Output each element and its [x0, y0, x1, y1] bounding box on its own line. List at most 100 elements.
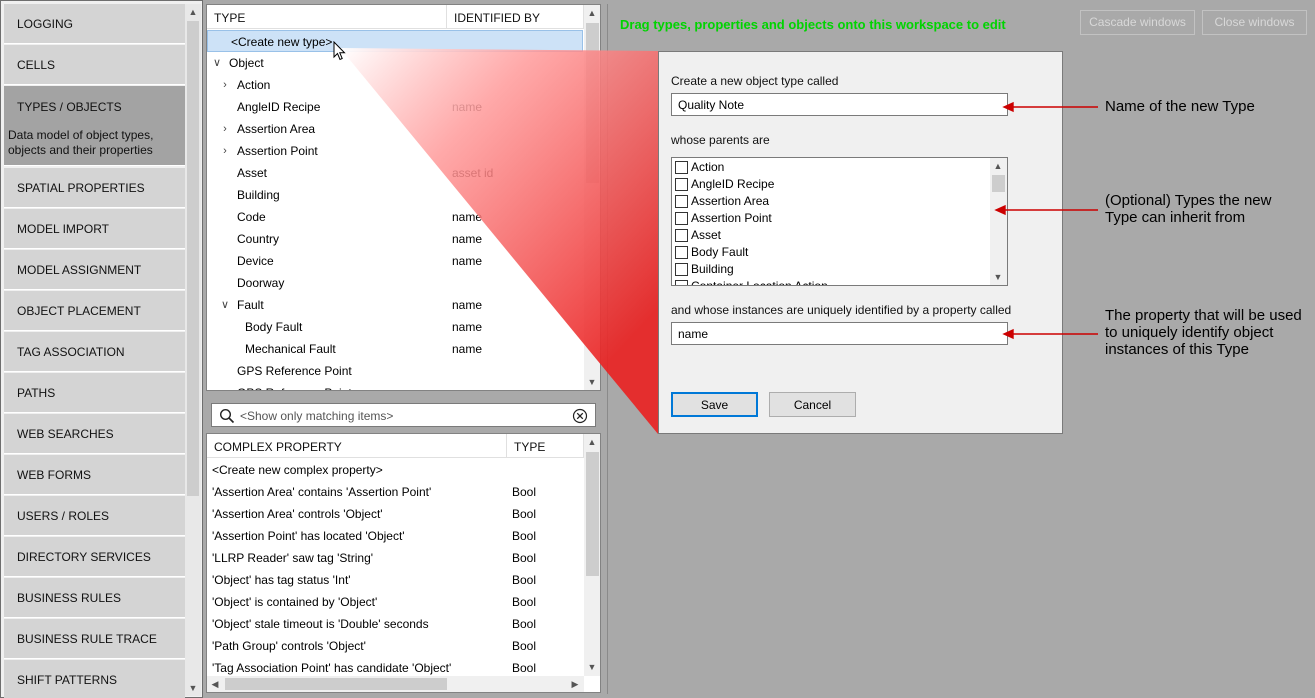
parent-checkbox[interactable]: [675, 246, 688, 259]
scroll-down-arrow-icon[interactable]: ▼: [584, 659, 600, 675]
nav-item-types-objects[interactable]: TYPES / OBJECTS Data model of object type…: [4, 86, 185, 166]
parent-option[interactable]: Action: [675, 159, 985, 176]
expand-closed-chevron-icon[interactable]: ›: [219, 74, 231, 96]
nav-item-business-rules[interactable]: BUSINESS RULES: [4, 578, 185, 618]
cancel-button[interactable]: Cancel: [769, 392, 856, 417]
parent-option[interactable]: AngleID Recipe: [675, 176, 985, 193]
type-row[interactable]: ∨ Object: [207, 52, 583, 74]
type-row[interactable]: Mechanical Fault name: [207, 338, 583, 360]
type-row[interactable]: › Assertion Point: [207, 140, 583, 162]
nav-item-cells[interactable]: CELLS: [4, 45, 185, 85]
parent-checkbox[interactable]: [675, 229, 688, 242]
clear-search-icon[interactable]: [572, 408, 588, 424]
nav-item-object-placement[interactable]: OBJECT PLACEMENT: [4, 291, 185, 331]
nav-item-users-roles[interactable]: USERS / ROLES: [4, 496, 185, 536]
scroll-up-arrow-icon[interactable]: ▲: [990, 158, 1006, 174]
expand-closed-chevron-icon[interactable]: ›: [219, 118, 231, 140]
nav-item-model-import[interactable]: MODEL IMPORT: [4, 209, 185, 249]
property-row[interactable]: 'Assertion Area' contains 'Assertion Poi…: [207, 481, 583, 503]
types-scrollbar[interactable]: ▲ ▼: [584, 5, 600, 390]
type-row[interactable]: Doorway: [207, 272, 583, 294]
parent-checkbox[interactable]: [675, 263, 688, 276]
type-row[interactable]: Building: [207, 184, 583, 206]
scroll-up-arrow-icon[interactable]: ▲: [584, 5, 600, 21]
scroll-left-arrow-icon[interactable]: ◀: [207, 676, 223, 692]
nav-item-tag-association[interactable]: TAG ASSOCIATION: [4, 332, 185, 372]
save-button[interactable]: Save: [671, 392, 758, 417]
property-row[interactable]: 'Assertion Point' has located 'Object' Bo…: [207, 525, 583, 547]
parents-scrollbar[interactable]: ▲ ▼: [990, 158, 1007, 285]
scroll-down-arrow-icon[interactable]: ▼: [584, 374, 600, 390]
parent-option[interactable]: Container Location Action: [675, 278, 985, 285]
parent-checkbox[interactable]: [675, 212, 688, 225]
type-row[interactable]: GPS Reference Point: [207, 360, 583, 382]
scroll-up-arrow-icon[interactable]: ▲: [584, 434, 600, 450]
complex-property-column-header[interactable]: COMPLEX PROPERTY: [207, 434, 507, 458]
type-row[interactable]: Code name: [207, 206, 583, 228]
parent-checkbox[interactable]: [675, 195, 688, 208]
property-hscroll-thumb[interactable]: [225, 678, 447, 690]
types-scroll-thumb[interactable]: [586, 23, 599, 183]
nav-scroll-thumb[interactable]: [187, 21, 199, 496]
scroll-up-arrow-icon[interactable]: ▲: [185, 4, 201, 20]
parent-checkbox[interactable]: [675, 161, 688, 174]
property-row[interactable]: 'Object' is contained by 'Object' Bool: [207, 591, 583, 613]
nav-scrollbar[interactable]: ▲ ▼: [185, 4, 201, 696]
type-row[interactable]: Asset asset id: [207, 162, 583, 184]
create-new-property-row[interactable]: <Create new complex property>: [207, 459, 583, 481]
close-windows-button[interactable]: Close windows: [1202, 10, 1307, 35]
expand-closed-chevron-icon[interactable]: ›: [219, 140, 231, 162]
search-input[interactable]: [240, 407, 560, 424]
property-type-column-header[interactable]: TYPE: [507, 434, 584, 458]
scroll-down-arrow-icon[interactable]: ▼: [185, 680, 201, 696]
nav-item-shift-patterns[interactable]: SHIFT PATTERNS: [4, 660, 185, 698]
type-row[interactable]: › Assertion Area: [207, 118, 583, 140]
type-row[interactable]: › Action: [207, 74, 583, 96]
expand-open-chevron-icon[interactable]: ∨: [211, 52, 223, 74]
property-name: 'Object' stale timeout is 'Double' secon…: [212, 617, 429, 631]
type-row[interactable]: AngleID Recipe name: [207, 96, 583, 118]
property-row[interactable]: 'Object' has tag status 'Int' Bool: [207, 569, 583, 591]
property-vertical-scrollbar[interactable]: ▲ ▼: [584, 434, 600, 676]
scroll-right-arrow-icon[interactable]: ▶: [567, 676, 583, 692]
type-name-input[interactable]: [671, 93, 1008, 116]
nav-item-business-rule-trace[interactable]: BUSINESS RULE TRACE: [4, 619, 185, 659]
nav-item-model-assignment[interactable]: MODEL ASSIGNMENT: [4, 250, 185, 290]
expand-open-chevron-icon[interactable]: ∨: [219, 294, 231, 316]
nav-item-web-searches[interactable]: WEB SEARCHES: [4, 414, 185, 454]
annotation-identifier: The property that will be used to unique…: [1105, 307, 1302, 358]
property-horizontal-scrollbar[interactable]: ◀ ▶: [207, 676, 584, 692]
property-name: 'Object' has tag status 'Int': [212, 573, 351, 587]
nav-item-spatial-properties[interactable]: SPATIAL PROPERTIES: [4, 168, 185, 208]
create-new-type-row[interactable]: <Create new type>: [207, 30, 583, 52]
property-type: Bool: [512, 485, 537, 499]
parent-option[interactable]: Body Fault: [675, 244, 985, 261]
property-vscroll-thumb[interactable]: [586, 452, 599, 576]
nav-item-directory-services[interactable]: DIRECTORY SERVICES: [4, 537, 185, 577]
property-row[interactable]: 'Assertion Area' controls 'Object' Bool: [207, 503, 583, 525]
property-row[interactable]: 'Path Group' controls 'Object' Bool: [207, 635, 583, 657]
parents-scroll-thumb[interactable]: [992, 175, 1005, 192]
property-row[interactable]: 'Object' stale timeout is 'Double' secon…: [207, 613, 583, 635]
parent-option[interactable]: Asset: [675, 227, 985, 244]
type-row[interactable]: Country name: [207, 228, 583, 250]
type-column-header[interactable]: TYPE: [207, 5, 447, 29]
type-row[interactable]: Device name: [207, 250, 583, 272]
nav-item-label: BUSINESS RULES: [17, 591, 122, 605]
parent-option[interactable]: Building: [675, 261, 985, 278]
parent-checkbox[interactable]: [675, 280, 688, 285]
identifier-input[interactable]: [671, 322, 1008, 345]
identified-by-column-header[interactable]: IDENTIFIED BY: [447, 5, 584, 29]
type-row[interactable]: GPS Reference Point: [207, 382, 583, 390]
nav-item-paths[interactable]: PATHS: [4, 373, 185, 413]
scroll-down-arrow-icon[interactable]: ▼: [990, 269, 1006, 285]
nav-item-web-forms[interactable]: WEB FORMS: [4, 455, 185, 495]
parent-option[interactable]: Assertion Point: [675, 210, 985, 227]
type-row[interactable]: Body Fault name: [207, 316, 583, 338]
parent-option[interactable]: Assertion Area: [675, 193, 985, 210]
nav-item-logging[interactable]: LOGGING: [4, 4, 185, 44]
parent-checkbox[interactable]: [675, 178, 688, 191]
property-row[interactable]: 'LLRP Reader' saw tag 'String' Bool: [207, 547, 583, 569]
type-row[interactable]: ∨ Fault name: [207, 294, 583, 316]
cascade-windows-button[interactable]: Cascade windows: [1080, 10, 1195, 35]
